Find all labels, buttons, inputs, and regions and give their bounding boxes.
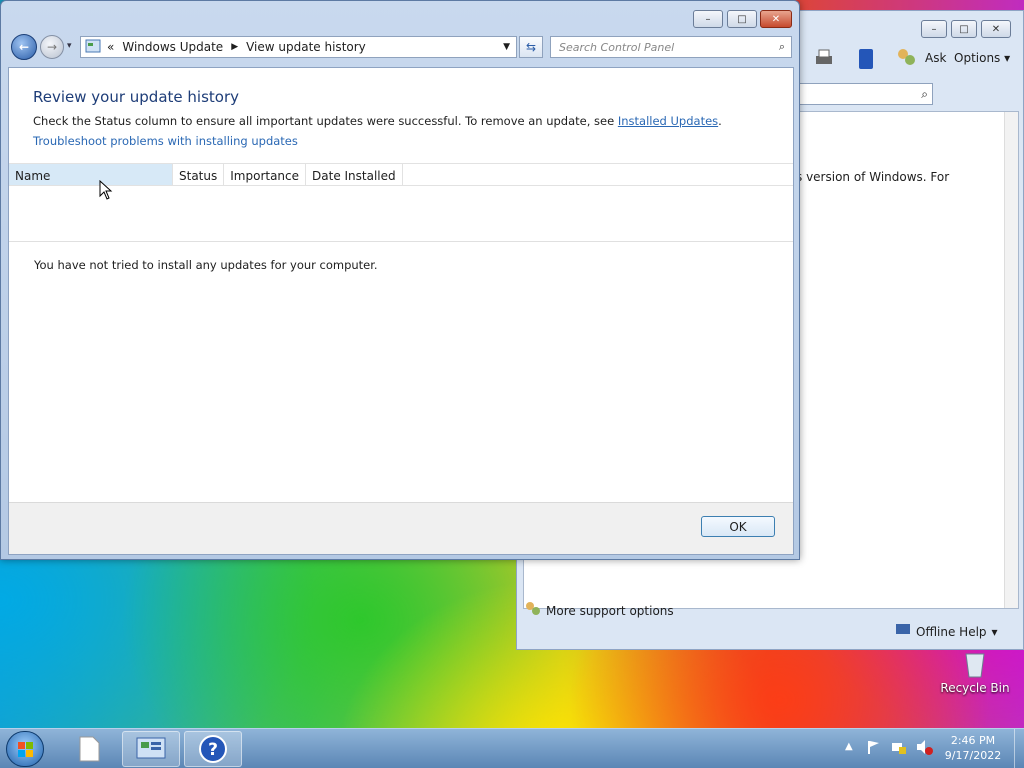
ask-icon[interactable] xyxy=(895,47,917,69)
breadcrumb-view-update-history[interactable]: View update history xyxy=(246,40,366,54)
search-control-panel-input[interactable]: Search Control Panel ⌕ xyxy=(550,36,792,58)
svg-text:?: ? xyxy=(208,740,218,760)
list-divider xyxy=(9,241,793,242)
help-partial-text: s version of Windows. For xyxy=(796,170,950,184)
troubleshoot-link[interactable]: Troubleshoot problems with installing up… xyxy=(33,134,298,148)
back-maximize-button[interactable]: □ xyxy=(951,20,977,38)
document-icon xyxy=(79,736,100,762)
installed-updates-link[interactable]: Installed Updates xyxy=(618,114,718,128)
maximize-button[interactable]: □ xyxy=(727,10,757,28)
offline-help-button[interactable]: Offline Help ▾ xyxy=(895,623,998,640)
clock-time: 2:46 PM xyxy=(950,734,996,747)
search-icon: ⌕ xyxy=(921,87,928,101)
back-close-button[interactable]: ✕ xyxy=(981,20,1011,38)
recycle-bin-desktop-icon[interactable]: Recycle Bin xyxy=(940,650,1010,695)
ask-button[interactable]: Ask xyxy=(925,51,946,65)
refresh-button[interactable]: ⇆ xyxy=(519,36,543,58)
address-bar[interactable]: « Windows Update ▶ View update history ▼ xyxy=(80,36,517,58)
browse-help-icon[interactable] xyxy=(855,47,877,71)
forward-button[interactable]: → xyxy=(40,35,64,59)
show-hidden-icons-button[interactable]: ▲ xyxy=(845,741,853,752)
mouse-cursor-icon xyxy=(99,179,113,203)
help-icon: ? xyxy=(199,735,227,763)
start-button[interactable] xyxy=(6,731,44,767)
taskbar-notepad[interactable] xyxy=(62,731,116,767)
column-header-status[interactable]: Status xyxy=(173,164,225,185)
back-minimize-button[interactable]: – xyxy=(921,20,947,38)
content-pane: Review your update history Check the Sta… xyxy=(8,67,794,555)
minimize-button[interactable]: – xyxy=(693,10,723,28)
taskbar-control-panel[interactable] xyxy=(122,731,180,767)
close-button[interactable]: ✕ xyxy=(760,10,792,28)
print-icon[interactable] xyxy=(813,47,835,69)
column-header-row: Name Status Importance Date Installed xyxy=(9,163,793,186)
help-scrollbar[interactable] xyxy=(1004,112,1018,608)
empty-list-message: You have not tried to install any update… xyxy=(34,258,378,272)
recent-pages-dropdown[interactable]: ▾ xyxy=(67,41,72,51)
dialog-footer: OK xyxy=(9,502,793,554)
help-search-input[interactable]: ⌕ xyxy=(797,83,933,105)
breadcrumb-overflow[interactable]: « xyxy=(107,40,114,54)
column-header-importance[interactable]: Importance xyxy=(224,164,307,185)
column-header-date-installed[interactable]: Date Installed xyxy=(306,164,403,185)
page-title: Review your update history xyxy=(33,88,239,106)
show-desktop-button[interactable] xyxy=(1014,729,1024,768)
description-text: Check the Status column to ensure all im… xyxy=(33,114,722,128)
windows-logo-icon xyxy=(18,742,33,757)
options-button[interactable]: Options ▾ xyxy=(954,51,1010,65)
breadcrumb-arrow-icon[interactable]: ▶ xyxy=(231,42,238,52)
monitor-icon xyxy=(895,623,911,640)
view-update-history-window: – □ ✕ ← → ▾ « Windows Update ▶ View upda… xyxy=(0,0,800,560)
network-icon[interactable] xyxy=(891,739,907,758)
column-header-name[interactable]: Name xyxy=(9,164,173,185)
taskbar: ? ▲ 2:46 PM 9/17/2022 xyxy=(0,728,1024,768)
back-button[interactable]: ← xyxy=(11,34,37,60)
clock[interactable]: 2:46 PM 9/17/2022 xyxy=(938,733,1008,763)
more-support-options-link[interactable]: More support options xyxy=(525,601,674,620)
breadcrumb-windows-update[interactable]: Windows Update xyxy=(122,40,223,54)
search-icon[interactable]: ⌕ xyxy=(779,40,785,54)
address-dropdown-icon[interactable]: ▼ xyxy=(503,42,510,52)
control-panel-icon xyxy=(136,737,166,759)
clock-date: 9/17/2022 xyxy=(944,749,1002,762)
support-people-icon xyxy=(525,601,541,620)
ok-button[interactable]: OK xyxy=(701,516,775,537)
control-panel-icon xyxy=(85,38,101,57)
action-center-flag-icon[interactable] xyxy=(866,739,882,758)
volume-muted-icon[interactable] xyxy=(915,739,933,758)
taskbar-help-and-support[interactable]: ? xyxy=(184,731,242,767)
recycle-bin-icon xyxy=(965,653,985,678)
